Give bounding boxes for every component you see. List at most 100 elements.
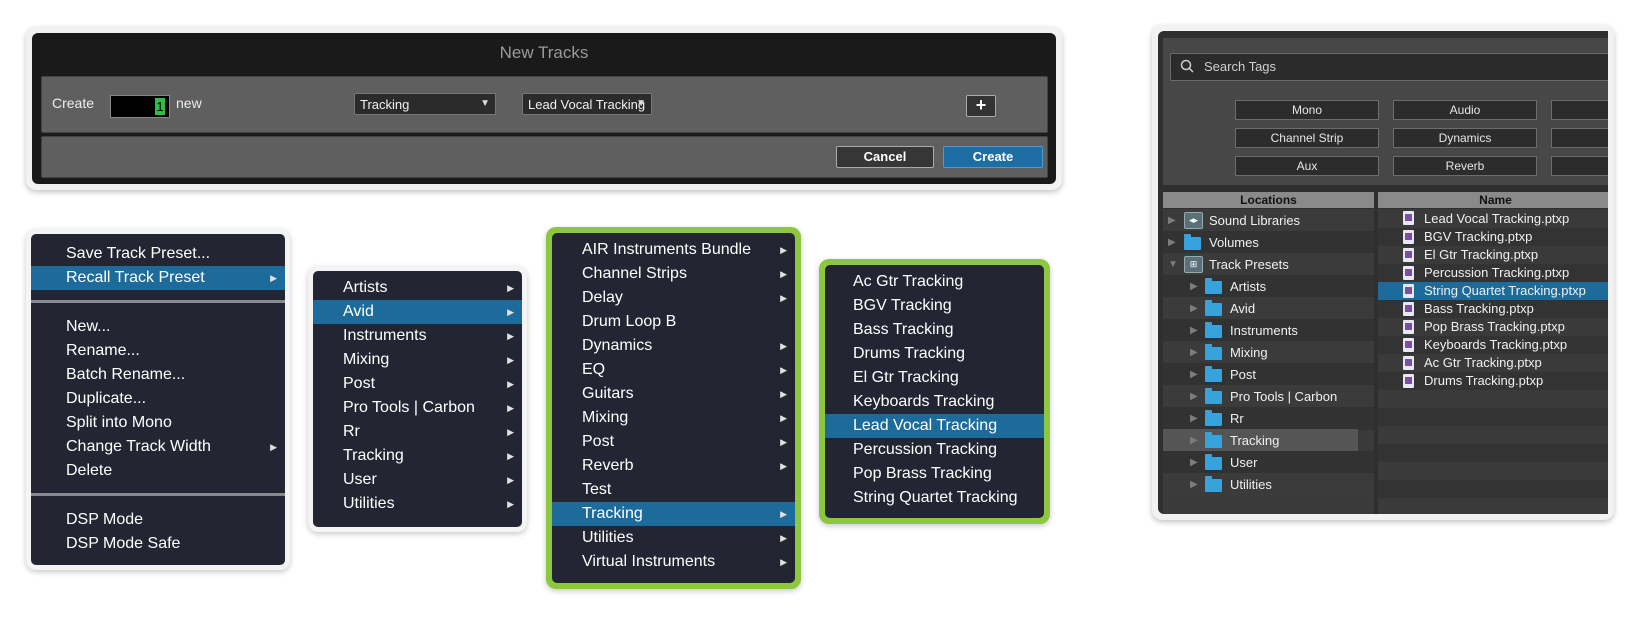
file-row[interactable]: Percussion Tracking.ptxp [1378,264,1608,282]
location-sound-libraries[interactable]: ▶ ◂▸ Sound Libraries [1163,209,1374,232]
file-row[interactable]: Drums Tracking.ptxp [1378,372,1608,390]
menu-item-utilities[interactable]: Utilities ▶ [552,526,795,550]
menu-item-label: Ac Gtr Tracking [853,273,964,290]
location-rr[interactable]: ▶ Rr [1163,407,1374,430]
menu-item-duplicate[interactable]: Duplicate... [31,387,285,411]
cancel-button[interactable]: Cancel [836,146,934,168]
file-name: BGV Tracking.ptxp [1424,229,1533,244]
file-row-selected[interactable]: String Quartet Tracking.ptxp [1378,282,1608,300]
tag-cutoff[interactable] [1551,128,1608,148]
menu-item-string-quartet-tracking[interactable]: String Quartet Tracking [825,486,1044,510]
location-track-presets[interactable]: ▼ ⊞ Track Presets [1163,253,1374,276]
menu-item-recall-track-preset[interactable]: Recall Track Preset ▶ [31,266,285,290]
menu-item-batch-rename[interactable]: Batch Rename... [31,363,285,387]
menu-separator [31,493,285,496]
file-row[interactable]: Pop Brass Tracking.ptxp [1378,318,1608,336]
menu-item-test[interactable]: Test [552,478,795,502]
menu-item-mixing[interactable]: Mixing ▶ [313,348,522,372]
location-post[interactable]: ▶ Post [1163,363,1374,386]
menu-item-label: Percussion Tracking [853,441,998,458]
file-row[interactable]: Ac Gtr Tracking.ptxp [1378,354,1608,372]
track-count-field[interactable]: 1 [110,95,170,118]
location-pro-tools-carbon[interactable]: ▶ Pro Tools | Carbon [1163,385,1374,408]
file-row[interactable]: Bass Tracking.ptxp [1378,300,1608,318]
search-input[interactable]: Search Tags [1170,53,1608,81]
menu-item-drum-loop-b[interactable]: Drum Loop B [552,310,795,334]
name-header[interactable]: Name [1378,192,1608,208]
menu-item-tracking[interactable]: Tracking ▶ [552,502,795,526]
file-row[interactable]: Keyboards Tracking.ptxp [1378,336,1608,354]
location-mixing[interactable]: ▶ Mixing [1163,341,1374,364]
add-row-button[interactable]: + [966,95,996,117]
tag-reverb[interactable]: Reverb [1393,156,1537,176]
location-label: Track Presets [1209,257,1289,272]
location-user[interactable]: ▶ User [1163,451,1374,474]
menu-item-label: DSP Mode Safe [66,535,181,552]
menu-item-dsp-mode-safe[interactable]: DSP Mode Safe [31,532,285,556]
menu-item-avid[interactable]: Avid ▶ [313,300,522,324]
menu-item-bass-tracking[interactable]: Bass Tracking [825,318,1044,342]
menu-item-mixing[interactable]: Mixing ▶ [552,406,795,430]
menu-item-label: Rr [343,423,360,440]
file-row[interactable]: BGV Tracking.ptxp [1378,228,1608,246]
preset-file-icon [1403,266,1414,280]
location-volumes[interactable]: ▶ Volumes [1163,231,1374,254]
preset-file-icon [1403,302,1414,316]
menu-item-reverb[interactable]: Reverb ▶ [552,454,795,478]
create-button[interactable]: Create [943,146,1043,168]
submenu-arrow-icon: ▶ [507,451,514,461]
menu-item-dynamics[interactable]: Dynamics ▶ [552,334,795,358]
menu-item-pop-brass-tracking[interactable]: Pop Brass Tracking [825,462,1044,486]
location-avid[interactable]: ▶ Avid [1163,297,1374,320]
menu-item-post[interactable]: Post ▶ [552,430,795,454]
tag-cutoff[interactable] [1551,156,1608,176]
menu-item-el-gtr-tracking[interactable]: El Gtr Tracking [825,366,1044,390]
tag-mono[interactable]: Mono [1235,100,1379,120]
menu-item-split-into-mono[interactable]: Split into Mono [31,411,285,435]
menu-item-pro-tools-carbon[interactable]: Pro Tools | Carbon ▶ [313,396,522,420]
menu-item-rename[interactable]: Rename... [31,339,285,363]
location-artists[interactable]: ▶ Artists [1163,275,1374,298]
tag-dynamics[interactable]: Dynamics [1393,128,1537,148]
menu-item-instruments[interactable]: Instruments ▶ [313,324,522,348]
dialog-title: New Tracks [499,43,589,62]
menu-item-tracking[interactable]: Tracking ▶ [313,444,522,468]
menu-item-label: Bass Tracking [853,321,954,338]
menu-item-label: Virtual Instruments [582,553,716,570]
menu-item-drums-tracking[interactable]: Drums Tracking [825,342,1044,366]
menu-item-artists[interactable]: Artists ▶ [313,276,522,300]
menu-item-guitars[interactable]: Guitars ▶ [552,382,795,406]
file-row[interactable]: El Gtr Tracking.ptxp [1378,246,1608,264]
menu-item-save-track-preset[interactable]: Save Track Preset... [31,242,285,266]
tag-channel-strip[interactable]: Channel Strip [1235,128,1379,148]
tag-aux[interactable]: Aux [1235,156,1379,176]
menu-item-delete[interactable]: Delete [31,459,285,483]
menu-item-virtual-instruments[interactable]: Virtual Instruments ▶ [552,550,795,574]
menu-item-user[interactable]: User ▶ [313,468,522,492]
menu-item-utilities[interactable]: Utilities ▶ [313,492,522,516]
category-dropdown[interactable]: Tracking ▼ [354,93,496,115]
menu-item-keyboards-tracking[interactable]: Keyboards Tracking [825,390,1044,414]
menu-item-percussion-tracking[interactable]: Percussion Tracking [825,438,1044,462]
menu-item-channel-strips[interactable]: Channel Strips ▶ [552,262,795,286]
menu-item-eq[interactable]: EQ ▶ [552,358,795,382]
menu-item-bgv-tracking[interactable]: BGV Tracking [825,294,1044,318]
menu-item-air-instruments-bundle[interactable]: AIR Instruments Bundle ▶ [552,238,795,262]
menu-item-ac-gtr-tracking[interactable]: Ac Gtr Tracking [825,270,1044,294]
menu-item-dsp-mode[interactable]: DSP Mode [31,508,285,532]
location-utilities[interactable]: ▶ Utilities [1163,473,1374,496]
menu-item-change-track-width[interactable]: Change Track Width ▶ [31,435,285,459]
tag-audio[interactable]: Audio [1393,100,1537,120]
location-instruments[interactable]: ▶ Instruments [1163,319,1374,342]
location-tracking[interactable]: ▶ Tracking [1163,429,1358,452]
file-row[interactable]: Lead Vocal Tracking.ptxp [1378,209,1608,228]
preset-dropdown[interactable]: Lead Vocal Tracking ▼ [522,93,652,115]
menu-item-lead-vocal-tracking[interactable]: Lead Vocal Tracking [825,414,1044,438]
menu-item-new[interactable]: New... [31,315,285,339]
menu-item-post[interactable]: Post ▶ [313,372,522,396]
menu-item-rr[interactable]: Rr ▶ [313,420,522,444]
menu-item-delay[interactable]: Delay ▶ [552,286,795,310]
menu-item-label: Tracking [343,447,404,464]
tag-cutoff[interactable] [1551,100,1608,120]
locations-header[interactable]: Locations [1163,192,1374,208]
